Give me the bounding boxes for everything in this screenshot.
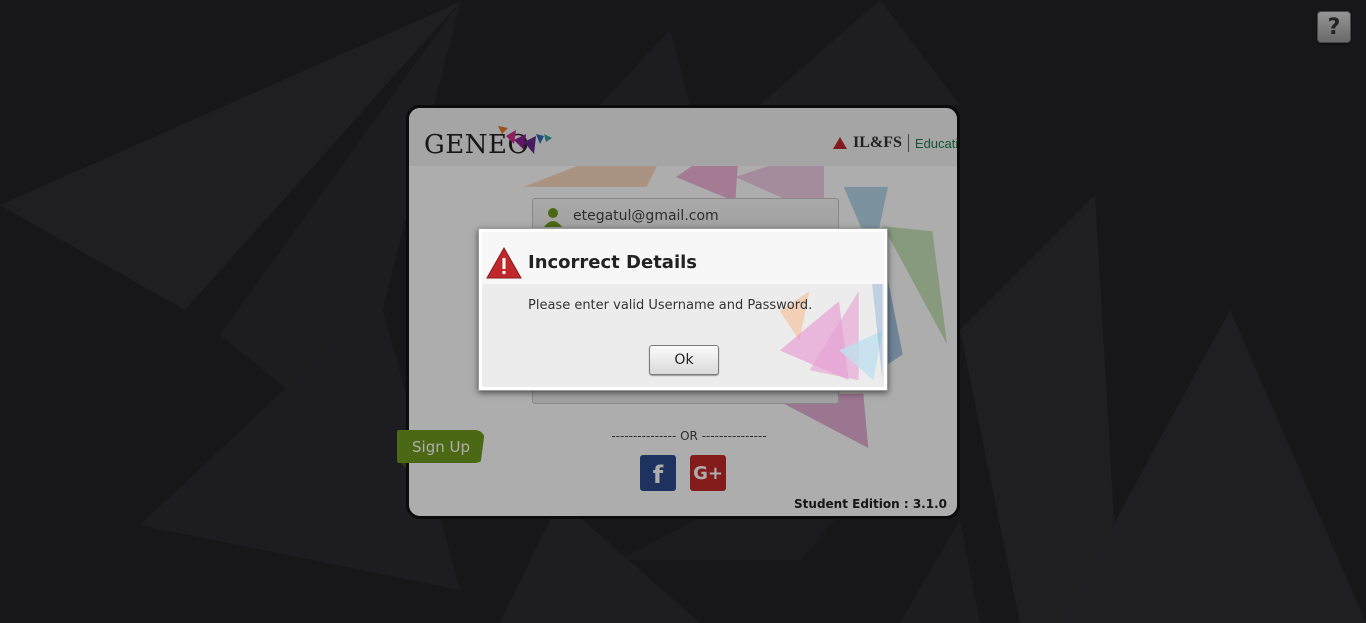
- dialog-message: Please enter valid Username and Password…: [528, 298, 813, 313]
- dialog-title: Incorrect Details: [528, 252, 698, 273]
- warning-icon: [486, 247, 522, 279]
- incorrect-details-dialog: Incorrect Details Please enter valid Use…: [478, 228, 888, 391]
- dialog-content: Incorrect Details Please enter valid Use…: [482, 232, 884, 387]
- ok-button[interactable]: Ok: [649, 345, 719, 375]
